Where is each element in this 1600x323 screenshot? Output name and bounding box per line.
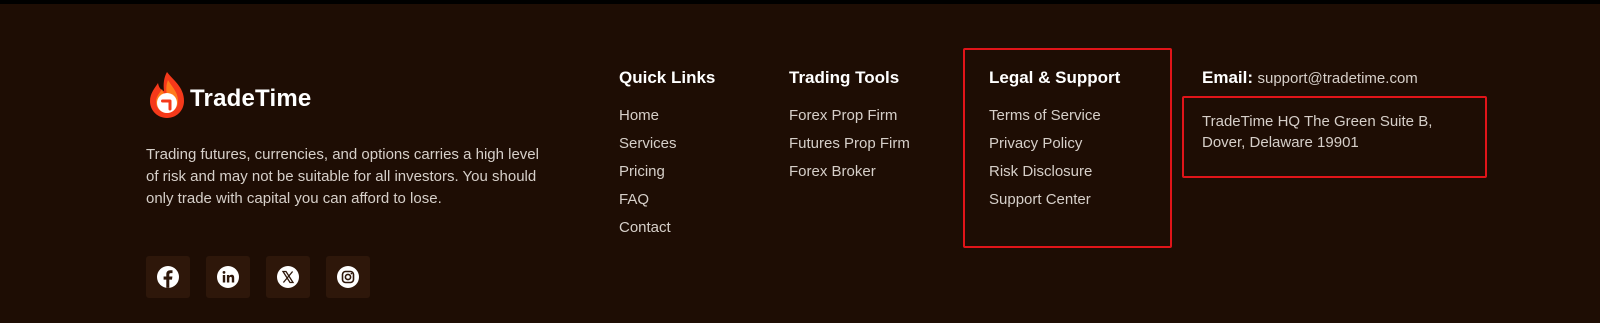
trading-tools-title: Trading Tools xyxy=(789,68,900,87)
legal-support-title: Legal & Support xyxy=(989,68,1121,87)
flame-icon xyxy=(150,72,184,118)
office-address: TradeTime HQ The Green Suite B, Dover, D… xyxy=(1202,113,1433,151)
facebook-link[interactable] xyxy=(146,256,190,298)
instagram-icon xyxy=(337,266,359,288)
legal-link-risk-disclosure[interactable]: Risk Disclosure xyxy=(989,162,1120,190)
tool-link-futures-prop-firm[interactable]: Futures Prop Firm xyxy=(789,134,910,162)
legal-support-column: Legal & Support Terms of Service Privacy… xyxy=(989,68,1120,218)
quick-links-list: Home Services Pricing FAQ Contact xyxy=(619,106,715,246)
risk-disclaimer: Trading futures, currencies, and options… xyxy=(146,146,539,207)
quick-link-services[interactable]: Services xyxy=(619,134,715,162)
x-link[interactable] xyxy=(266,256,310,298)
tool-link-forex-prop-firm[interactable]: Forex Prop Firm xyxy=(789,106,910,134)
tool-link-forex-broker[interactable]: Forex Broker xyxy=(789,162,910,190)
legal-support-list: Terms of Service Privacy Policy Risk Dis… xyxy=(989,106,1120,218)
quick-link-pricing[interactable]: Pricing xyxy=(619,162,715,190)
linkedin-icon xyxy=(217,266,239,288)
quick-link-contact[interactable]: Contact xyxy=(619,218,715,246)
linkedin-link[interactable] xyxy=(206,256,250,298)
trading-tools-column: Trading Tools Forex Prop Firm Futures Pr… xyxy=(789,68,910,190)
quick-links-title: Quick Links xyxy=(619,68,716,87)
social-links xyxy=(146,256,370,298)
instagram-link[interactable] xyxy=(326,256,370,298)
x-icon xyxy=(277,266,299,288)
quick-links-column: Quick Links Home Services Pricing FAQ Co… xyxy=(619,68,715,246)
quick-link-faq[interactable]: FAQ xyxy=(619,190,715,218)
legal-link-support-center[interactable]: Support Center xyxy=(989,190,1120,218)
contact-email: Email: support@tradetime.com xyxy=(1202,68,1418,88)
facebook-icon xyxy=(157,266,179,288)
legal-link-privacy[interactable]: Privacy Policy xyxy=(989,134,1120,162)
brand-name: TradeTime xyxy=(190,85,312,112)
legal-link-terms[interactable]: Terms of Service xyxy=(989,106,1120,134)
email-label: Email: xyxy=(1202,68,1254,87)
email-link[interactable]: support@tradetime.com xyxy=(1257,70,1417,87)
site-footer: TradeTime Trading futures, currencies, a… xyxy=(0,4,1600,323)
brand-logo-link[interactable]: TradeTime xyxy=(146,70,311,120)
trading-tools-list: Forex Prop Firm Futures Prop Firm Forex … xyxy=(789,106,910,190)
quick-link-home[interactable]: Home xyxy=(619,106,715,134)
